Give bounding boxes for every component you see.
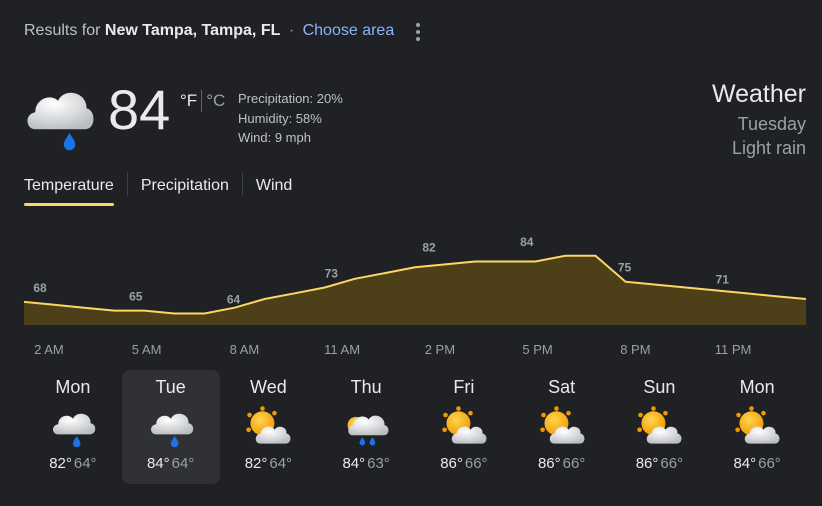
day-high: 84° [146,455,170,472]
temperature-label: 65 [129,290,143,304]
temperature-label: 75 [618,261,632,275]
day-card-wed[interactable]: Wed 82° 64° [220,370,318,484]
day-low: 66° [660,455,684,472]
humidity-text: Humidity: 58% [238,110,322,126]
current-temperature: 84 [108,78,171,141]
partly-sunny-icon [442,406,487,444]
hour-label: 8 PM [620,342,651,357]
hour-axis: 2 AM 5 AM 8 AM 11 AM 2 PM 5 PM 8 PM 11 PM [0,342,822,358]
day-card-mon[interactable]: Mon 82° 64° [24,370,122,484]
hour-label: 2 PM [424,342,456,357]
tab-temperature[interactable]: Temperature [24,172,114,206]
day-high: 86° [635,455,659,472]
hour-label: 2 AM [34,342,64,357]
tab-precipitation[interactable]: Precipitation [141,172,229,206]
day-card-sat[interactable]: Sat 86° 66° [513,370,611,484]
more-options-icon[interactable] [408,20,428,44]
tab-wind[interactable]: Wind [256,172,292,206]
day-name: Wed [250,377,287,397]
day-temperatures: 82° 64° [220,455,318,472]
results-prefix: Results for [24,22,101,39]
temperature-chart: 68 65 64 73 82 84 75 71 [23,235,807,325]
temperature-label: 73 [325,267,339,281]
unit-divider [201,90,203,112]
sun-rain-cloud-icon [347,415,389,446]
partly-sunny-icon [735,406,780,444]
unit-switch: °F °C [180,90,225,112]
day-temperatures: 82° 64° [24,455,122,472]
rain-cloud-icon [52,413,96,448]
celsius-toggle[interactable]: °C [206,91,225,111]
day-temperatures: 84° 63° [317,455,415,472]
partly-sunny-icon [246,406,291,444]
precipitation-text: Precipitation: 20% [238,91,343,106]
hour-label: 5 PM [522,342,553,357]
rain-cloud-icon [27,92,94,151]
day-low: 64° [269,455,293,472]
day-high: 82° [244,455,268,472]
day-name: Sat [548,377,576,397]
rain-cloud-icon [150,413,193,448]
day-high: 82° [49,455,72,472]
day-high: 86° [537,455,561,472]
location-line: Results for New Tampa, Tampa, FL · Choos… [24,22,394,40]
day-high: 84° [342,455,366,472]
day-high: 84° [733,455,757,472]
hour-label: 8 AM [229,342,260,357]
hour-label: 11 PM [714,342,752,357]
partly-sunny-icon [637,406,682,444]
day-low: 66° [562,455,586,472]
choose-area-link[interactable]: Choose area [303,22,395,39]
day-low: 64° [73,455,97,472]
day-low: 64° [171,455,195,472]
day-low: 66° [758,455,781,472]
hour-label: 5 AM [131,342,162,357]
daily-forecast: Mon 82° 64° Tue 84° 64° Wed 82° 64° Thu 84° 63° Fri 8… [24,370,806,484]
day-low: 66° [464,455,488,472]
hour-label: 11 AM [324,342,361,357]
day-card-mon[interactable]: Mon 84° 66° [708,370,806,484]
day-temperatures: 86° 66° [611,455,709,472]
day-name: Tue [155,377,186,397]
tab-divider [241,172,243,196]
temperature-label: 84 [520,235,534,249]
location-separator: · [288,22,295,39]
day-card-thu[interactable]: Thu 84° 63° [317,370,415,484]
chart-tabs: Temperature Precipitation Wind [24,172,292,206]
day-temperatures: 84° 66° [708,455,806,472]
day-name: Mon [739,377,775,397]
location-name: New Tampa, Tampa, FL [104,22,281,39]
day-name: Thu [350,377,382,397]
day-high: 86° [440,455,463,472]
temperature-label: 68 [33,281,47,295]
day-card-tue[interactable]: Tue 84° 64° [121,370,220,484]
weather-day: Tuesday [737,114,806,134]
day-card-fri[interactable]: Fri 86° 66° [415,370,513,484]
day-low: 63° [367,455,390,472]
day-name: Mon [55,377,91,397]
partly-sunny-icon [539,406,585,444]
wind-text: Wind: 9 mph [238,130,311,145]
temperature-label: 71 [716,272,730,286]
day-temperatures: 86° 66° [513,455,611,472]
day-temperatures: 84° 64° [122,455,220,472]
weather-condition: Light rain [731,138,806,158]
day-name: Sun [643,377,676,397]
tab-divider [126,172,128,196]
fahrenheit-toggle[interactable]: °F [180,91,197,111]
temperature-label: 82 [422,241,436,255]
weather-title: Weather [711,80,806,108]
day-card-sun[interactable]: Sun 86° 66° [611,370,709,484]
day-temperatures: 86° 66° [415,455,513,472]
temperature-label: 64 [227,293,241,307]
current-details: Precipitation: 20% Humidity: 58% Wind: 9… [238,89,343,148]
day-name: Fri [453,377,475,397]
